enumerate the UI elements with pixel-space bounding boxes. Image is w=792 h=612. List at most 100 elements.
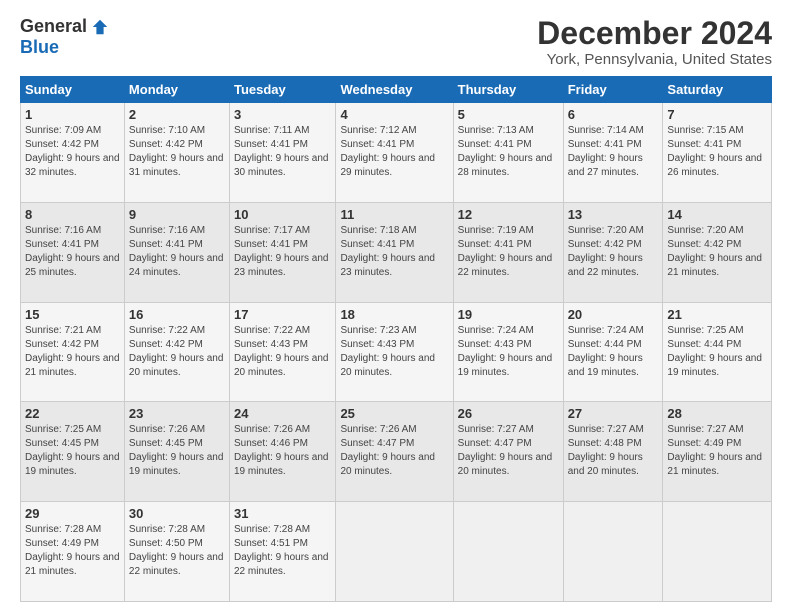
day-info: Sunrise: 7:22 AMSunset: 4:43 PMDaylight:… xyxy=(234,324,331,380)
logo-icon xyxy=(91,18,109,36)
day-info: Sunrise: 7:27 AMSunset: 4:48 PMDaylight:… xyxy=(568,423,659,479)
day-number: 31 xyxy=(234,506,331,521)
table-row: 20 Sunrise: 7:24 AMSunset: 4:44 PMDayligh… xyxy=(563,302,663,402)
day-number: 17 xyxy=(234,307,331,322)
table-row: 30 Sunrise: 7:28 AMSunset: 4:50 PMDayligh… xyxy=(124,502,229,602)
day-number: 7 xyxy=(667,107,767,122)
table-row: 25 Sunrise: 7:26 AMSunset: 4:47 PMDayligh… xyxy=(336,402,453,502)
table-row: 17 Sunrise: 7:22 AMSunset: 4:43 PMDayligh… xyxy=(229,302,335,402)
day-info: Sunrise: 7:13 AMSunset: 4:41 PMDaylight:… xyxy=(458,124,559,180)
page-header: General Blue December 2024 York, Pennsyl… xyxy=(20,16,772,68)
day-number: 29 xyxy=(25,506,120,521)
calendar-page: General Blue December 2024 York, Pennsyl… xyxy=(0,0,792,612)
table-row: 23Sunrise: 7:26 AMSunset: 4:45 PMDayligh… xyxy=(124,402,229,502)
table-row xyxy=(663,502,772,602)
table-row: 5 Sunrise: 7:13 AMSunset: 4:41 PMDaylight… xyxy=(453,103,563,203)
day-info: Sunrise: 7:11 AMSunset: 4:41 PMDaylight:… xyxy=(234,124,331,180)
day-number: 15 xyxy=(25,307,120,322)
day-number: 5 xyxy=(458,107,559,122)
day-number: 18 xyxy=(340,307,448,322)
day-info: Sunrise: 7:15 AMSunset: 4:41 PMDaylight:… xyxy=(667,124,767,180)
table-row: 13Sunrise: 7:20 AMSunset: 4:42 PMDayligh… xyxy=(563,202,663,302)
day-number: 10 xyxy=(234,207,331,222)
week-row-1: 1 Sunrise: 7:09 AMSunset: 4:42 PMDaylight… xyxy=(21,103,772,203)
day-number: 1 xyxy=(25,107,120,122)
table-row: 19Sunrise: 7:24 AMSunset: 4:43 PMDayligh… xyxy=(453,302,563,402)
day-info: Sunrise: 7:22 AMSunset: 4:42 PMDaylight:… xyxy=(129,324,225,380)
main-title: December 2024 xyxy=(537,16,772,51)
table-row: 18 Sunrise: 7:23 AMSunset: 4:43 PMDayligh… xyxy=(336,302,453,402)
header-wednesday: Wednesday xyxy=(336,77,453,103)
day-number: 8 xyxy=(25,207,120,222)
day-info: Sunrise: 7:28 AMSunset: 4:50 PMDaylight:… xyxy=(129,523,225,579)
day-number: 30 xyxy=(129,506,225,521)
day-info: Sunrise: 7:26 AMSunset: 4:46 PMDaylight:… xyxy=(234,423,331,479)
day-info: Sunrise: 7:18 AMSunset: 4:41 PMDaylight:… xyxy=(340,224,448,280)
day-number: 20 xyxy=(568,307,659,322)
logo: General Blue xyxy=(20,16,109,58)
header-row: Sunday Monday Tuesday Wednesday Thursday… xyxy=(21,77,772,103)
day-number: 12 xyxy=(458,207,559,222)
day-info: Sunrise: 7:25 AMSunset: 4:44 PMDaylight:… xyxy=(667,324,767,380)
day-number: 22 xyxy=(25,406,120,421)
day-info: Sunrise: 7:17 AMSunset: 4:41 PMDaylight:… xyxy=(234,224,331,280)
header-saturday: Saturday xyxy=(663,77,772,103)
title-area: December 2024 York, Pennsylvania, United… xyxy=(537,16,772,68)
day-number: 26 xyxy=(458,406,559,421)
table-row: 2Sunrise: 7:10 AMSunset: 4:42 PMDaylight… xyxy=(124,103,229,203)
table-row: 28Sunrise: 7:27 AMSunset: 4:49 PMDayligh… xyxy=(663,402,772,502)
day-info: Sunrise: 7:19 AMSunset: 4:41 PMDaylight:… xyxy=(458,224,559,280)
table-row: 29Sunrise: 7:28 AMSunset: 4:49 PMDayligh… xyxy=(21,502,125,602)
week-row-4: 22Sunrise: 7:25 AMSunset: 4:45 PMDayligh… xyxy=(21,402,772,502)
table-row: 27Sunrise: 7:27 AMSunset: 4:48 PMDayligh… xyxy=(563,402,663,502)
day-number: 3 xyxy=(234,107,331,122)
header-thursday: Thursday xyxy=(453,77,563,103)
table-row: 8 Sunrise: 7:16 AMSunset: 4:41 PMDaylight… xyxy=(21,202,125,302)
day-info: Sunrise: 7:28 AMSunset: 4:51 PMDaylight:… xyxy=(234,523,331,579)
day-info: Sunrise: 7:27 AMSunset: 4:49 PMDaylight:… xyxy=(667,423,767,479)
table-row: 11 Sunrise: 7:18 AMSunset: 4:41 PMDayligh… xyxy=(336,202,453,302)
table-row: 16 Sunrise: 7:22 AMSunset: 4:42 PMDayligh… xyxy=(124,302,229,402)
day-number: 4 xyxy=(340,107,448,122)
table-row: 14Sunrise: 7:20 AMSunset: 4:42 PMDayligh… xyxy=(663,202,772,302)
day-info: Sunrise: 7:16 AMSunset: 4:41 PMDaylight:… xyxy=(129,224,225,280)
day-info: Sunrise: 7:14 AMSunset: 4:41 PMDaylight:… xyxy=(568,124,659,180)
calendar-table: Sunday Monday Tuesday Wednesday Thursday… xyxy=(20,76,772,602)
day-number: 16 xyxy=(129,307,225,322)
logo-blue: Blue xyxy=(20,37,59,58)
table-row: 12 Sunrise: 7:19 AMSunset: 4:41 PMDayligh… xyxy=(453,202,563,302)
table-row: 26Sunrise: 7:27 AMSunset: 4:47 PMDayligh… xyxy=(453,402,563,502)
day-number: 11 xyxy=(340,207,448,222)
day-info: Sunrise: 7:26 AMSunset: 4:47 PMDaylight:… xyxy=(340,423,448,479)
day-info: Sunrise: 7:12 AMSunset: 4:41 PMDaylight:… xyxy=(340,124,448,180)
day-number: 2 xyxy=(129,107,225,122)
day-info: Sunrise: 7:09 AMSunset: 4:42 PMDaylight:… xyxy=(25,124,120,180)
day-number: 14 xyxy=(667,207,767,222)
day-info: Sunrise: 7:23 AMSunset: 4:43 PMDaylight:… xyxy=(340,324,448,380)
table-row: 4 Sunrise: 7:12 AMSunset: 4:41 PMDaylight… xyxy=(336,103,453,203)
day-number: 6 xyxy=(568,107,659,122)
table-row: 22Sunrise: 7:25 AMSunset: 4:45 PMDayligh… xyxy=(21,402,125,502)
day-number: 13 xyxy=(568,207,659,222)
day-number: 24 xyxy=(234,406,331,421)
week-row-3: 15Sunrise: 7:21 AMSunset: 4:42 PMDayligh… xyxy=(21,302,772,402)
week-row-5: 29Sunrise: 7:28 AMSunset: 4:49 PMDayligh… xyxy=(21,502,772,602)
table-row: 9 Sunrise: 7:16 AMSunset: 4:41 PMDaylight… xyxy=(124,202,229,302)
table-row: 7 Sunrise: 7:15 AMSunset: 4:41 PMDaylight… xyxy=(663,103,772,203)
table-row: 3 Sunrise: 7:11 AMSunset: 4:41 PMDaylight… xyxy=(229,103,335,203)
week-row-2: 8 Sunrise: 7:16 AMSunset: 4:41 PMDaylight… xyxy=(21,202,772,302)
day-number: 9 xyxy=(129,207,225,222)
table-row: 6 Sunrise: 7:14 AMSunset: 4:41 PMDaylight… xyxy=(563,103,663,203)
day-number: 19 xyxy=(458,307,559,322)
logo-general: General xyxy=(20,16,87,37)
day-info: Sunrise: 7:24 AMSunset: 4:44 PMDaylight:… xyxy=(568,324,659,380)
table-row: 1 Sunrise: 7:09 AMSunset: 4:42 PMDaylight… xyxy=(21,103,125,203)
header-tuesday: Tuesday xyxy=(229,77,335,103)
sub-title: York, Pennsylvania, United States xyxy=(537,51,772,68)
table-row xyxy=(453,502,563,602)
header-monday: Monday xyxy=(124,77,229,103)
day-number: 25 xyxy=(340,406,448,421)
day-number: 23 xyxy=(129,406,225,421)
day-number: 21 xyxy=(667,307,767,322)
day-info: Sunrise: 7:16 AMSunset: 4:41 PMDaylight:… xyxy=(25,224,120,280)
